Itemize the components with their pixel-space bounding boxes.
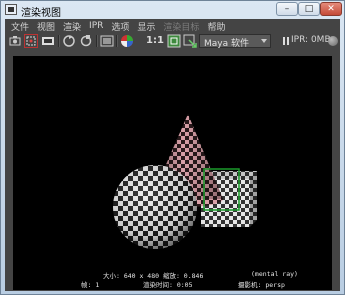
rendered-image: [113, 114, 257, 249]
toolbar-separator: [58, 35, 60, 47]
snapshot-icon[interactable]: [41, 34, 55, 48]
camera-label: 摄影机: persp: [238, 281, 285, 289]
real-size-button[interactable]: 1:1: [146, 35, 164, 46]
minimize-button[interactable]: –: [276, 2, 298, 16]
render-view-window: 渲染视图 – □ ✕ 文件 视图 渲染 IPR 选项 显示 渲染目标 帮助 1:…: [0, 0, 345, 295]
toolbar: 1:1 Maya 软件 IPR: 0MB: [5, 33, 340, 49]
keep-image-icon[interactable]: [100, 34, 114, 48]
refresh-ipr-icon[interactable]: [79, 34, 93, 48]
menu-file[interactable]: 文件: [11, 20, 29, 33]
ipr-status-indicator-icon[interactable]: [328, 36, 338, 46]
checker-sphere: [113, 165, 197, 249]
renderer-value: Maya 软件: [204, 39, 249, 49]
menu-ipr[interactable]: IPR: [89, 21, 103, 31]
menu-render-target: 渲染目标: [163, 22, 200, 33]
window-title: 渲染视图: [21, 8, 61, 19]
display-render-settings-icon[interactable]: [167, 34, 181, 48]
toolbar-separator: [96, 35, 98, 47]
menu-display[interactable]: 显示: [137, 20, 155, 33]
pause-icon[interactable]: [283, 37, 285, 45]
menu-bar: 文件 视图 渲染 IPR 选项 显示 渲染目标 帮助: [5, 19, 340, 33]
render-settings-icon[interactable]: [183, 34, 197, 48]
render-view-app-icon: [5, 4, 17, 15]
render-time-label: 渲染时间: 0:05: [143, 281, 193, 289]
ipr-memory-label: IPR: 0MB: [291, 35, 331, 45]
chevron-down-icon: [261, 39, 267, 43]
menu-options[interactable]: 选项: [111, 20, 129, 33]
toolbar-separator: [116, 35, 118, 47]
ipr-render-icon[interactable]: [62, 34, 76, 48]
maximize-button[interactable]: □: [298, 2, 320, 16]
title-bar[interactable]: 渲染视图 – □ ✕: [1, 1, 344, 19]
renderer-dropdown[interactable]: Maya 软件: [199, 34, 271, 49]
renderer-tag-label: (mental ray): [251, 270, 298, 278]
menu-render[interactable]: 渲染: [63, 20, 81, 33]
render-viewport[interactable]: 大小: 640 x 480 缩放: 0.846 (mental ray) 帧: …: [13, 56, 332, 290]
menu-help[interactable]: 帮助: [207, 20, 225, 33]
render-view-client: 文件 视图 渲染 IPR 选项 显示 渲染目标 帮助 1:1 Maya 软件 I…: [5, 19, 340, 291]
menu-view[interactable]: 视图: [37, 20, 55, 33]
color-channels-icon[interactable]: [120, 34, 134, 48]
close-button[interactable]: ✕: [320, 2, 342, 16]
frame-label: 帧: 1: [81, 281, 100, 289]
render-region-icon[interactable]: [24, 34, 38, 48]
redo-render-icon[interactable]: [8, 34, 22, 48]
